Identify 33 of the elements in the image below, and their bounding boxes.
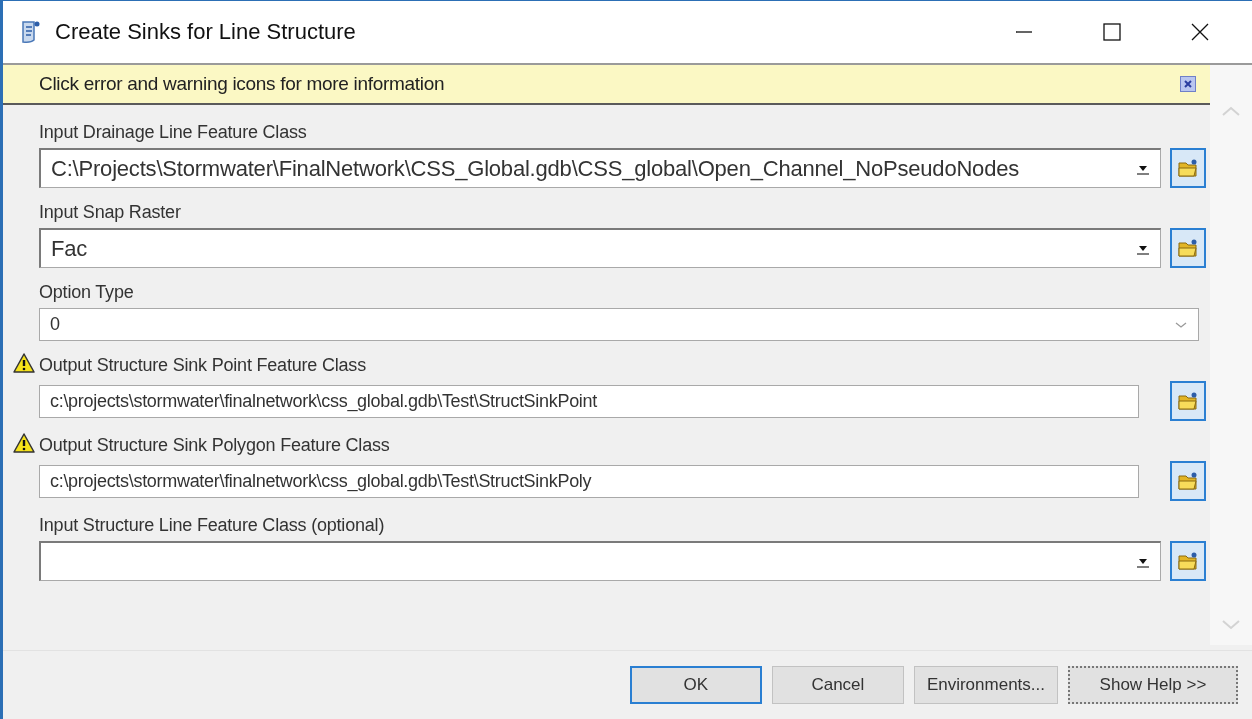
- dialog-button[interactable]: Environments...: [913, 666, 1058, 704]
- field-label: Output Structure Sink Polygon Feature Class: [39, 434, 390, 456]
- folder-icon: [1177, 238, 1199, 258]
- close-icon[interactable]: [1190, 22, 1210, 42]
- combo-box[interactable]: [39, 541, 1161, 581]
- folder-icon: [1177, 391, 1199, 411]
- folder-button[interactable]: [1170, 461, 1206, 501]
- dropdown-field[interactable]: 0: [39, 308, 1199, 341]
- warning-icon[interactable]: [13, 353, 35, 373]
- field-label: Input Structure Line Feature Class (optional): [39, 514, 385, 536]
- script-icon: [19, 19, 41, 45]
- field-label: Input Drainage Line Feature Class: [39, 121, 307, 143]
- combo-box[interactable]: C:\Projects\Stormwater\FinalNetwork\CSS_Global.gdb\CSS_global\Open_Channel_NoPseudoNodes: [39, 148, 1161, 188]
- folder-icon: [1177, 471, 1199, 491]
- folder-icon: [1177, 551, 1199, 571]
- warning-icon[interactable]: [13, 433, 35, 453]
- message-text: Click error and warning icons for more information: [39, 73, 445, 95]
- folder-button[interactable]: [1170, 228, 1206, 268]
- folder-button[interactable]: [1170, 381, 1206, 421]
- folder-icon: [1177, 158, 1199, 178]
- dialog-button[interactable]: Cancel: [771, 666, 904, 704]
- field-label: Input Snap Raster: [39, 201, 181, 223]
- folder-button[interactable]: [1170, 148, 1206, 188]
- maximize-icon[interactable]: [1102, 22, 1122, 42]
- dialog-button[interactable]: Show Help >>: [1068, 666, 1238, 704]
- dialog-button[interactable]: OK: [629, 666, 762, 704]
- input-field[interactable]: c:\projects\stormwater\finalnetwork\css_global.gdb\Test\StructSinkPoint: [39, 384, 1139, 418]
- combo-box[interactable]: Fac: [39, 228, 1161, 268]
- window-title: Create Sinks for Line Structure: [55, 19, 356, 45]
- folder-button[interactable]: [1170, 541, 1206, 581]
- field-label: Option Type: [39, 281, 134, 303]
- input-field[interactable]: c:\projects\stormwater\finalnetwork\css_global.gdb\Test\StructSinkPoly: [39, 464, 1139, 498]
- field-label: Output Structure Sink Point Feature Class: [39, 354, 366, 376]
